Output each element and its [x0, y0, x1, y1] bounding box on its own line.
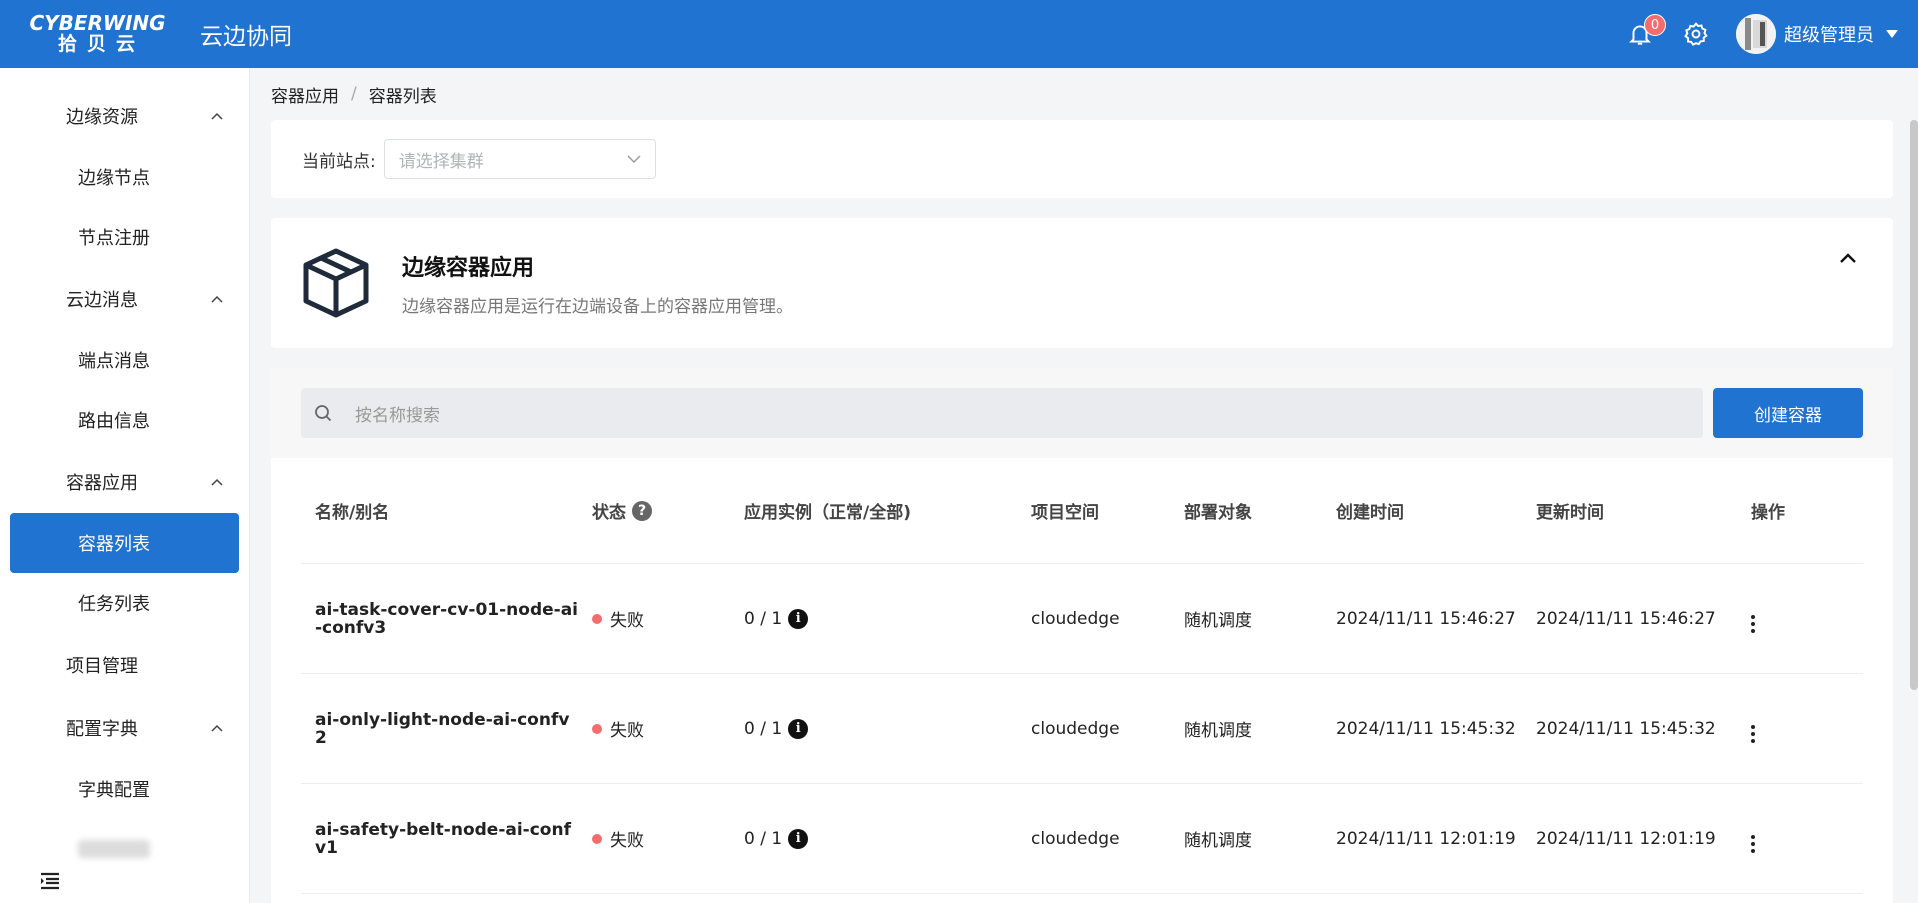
- sidebar-item-node-register[interactable]: 节点注册: [0, 207, 249, 267]
- table-header: 名称/别名 状态? 应用实例（正常/全部) 项目空间 部署对象 创建时间 更新时…: [301, 458, 1863, 564]
- row-updated: 2024/11/11 12:01:19: [1536, 828, 1716, 849]
- row-created: 2024/11/11 15:46:27: [1336, 608, 1516, 629]
- row-updated: 2024/11/11 15:45:32: [1536, 718, 1716, 739]
- row-created: 2024/11/11 12:01:19: [1336, 828, 1516, 849]
- search-icon: [315, 405, 332, 422]
- info-icon[interactable]: i: [788, 828, 809, 849]
- search-placeholder: 按名称搜索: [355, 405, 440, 426]
- create-container-button[interactable]: 创建容器: [1713, 388, 1863, 438]
- breadcrumb-separator: /: [351, 84, 357, 104]
- info-icon[interactable]: i: [788, 608, 809, 629]
- row-name[interactable]: ai-task-cover-cv-01-node-ai-confv3: [301, 601, 592, 637]
- sidebar-item-container-list[interactable]: 容器列表: [10, 513, 239, 573]
- logo-text-en: CYBERWING: [29, 11, 166, 35]
- main-content: 容器应用 / 容器列表 当前站点: 请选择集群 边缘容器应用 边缘容器应用是运行…: [271, 68, 1893, 903]
- top-header: CYBERWING 拾贝云 云边协同 0 超级管理员: [0, 0, 1918, 68]
- row-project: cloudedge: [1031, 608, 1120, 629]
- status-dot-failed: [592, 613, 602, 624]
- intro-card: 边缘容器应用 边缘容器应用是运行在边端设备上的容器应用管理。: [271, 218, 1893, 348]
- cube-icon: [303, 248, 369, 318]
- sidebar: 边缘资源 边缘节点 节点注册 云边消息 端点消息 路由信息 容器应用 容器列表 …: [0, 68, 250, 903]
- caret-down-icon[interactable]: [1886, 30, 1898, 38]
- row-instances: 0 / 1i: [744, 718, 1031, 739]
- row-status: 失败: [592, 606, 744, 631]
- col-instances: 应用实例（正常/全部): [744, 503, 911, 523]
- notification-badge: 0: [1644, 14, 1666, 36]
- col-project: 项目空间: [1031, 503, 1099, 523]
- settings-button[interactable]: [1676, 14, 1716, 54]
- col-actions: 操作: [1751, 503, 1785, 523]
- row-more-button[interactable]: [1737, 714, 1827, 743]
- breadcrumb: 容器应用 / 容器列表: [271, 68, 1893, 120]
- breadcrumb-container-apps[interactable]: 容器应用: [271, 82, 339, 107]
- row-project: cloudedge: [1031, 828, 1120, 849]
- sidebar-group-container-apps[interactable]: 容器应用: [0, 450, 249, 513]
- row-more-button[interactable]: [1737, 604, 1827, 633]
- row-target: 随机调度: [1184, 611, 1252, 631]
- col-name[interactable]: 名称/别名: [301, 498, 592, 523]
- more-vertical-icon: [1751, 725, 1755, 743]
- col-created[interactable]: 创建时间: [1336, 498, 1536, 523]
- col-target: 部署对象: [1184, 503, 1252, 523]
- row-instances: 0 / 1i: [744, 608, 1031, 629]
- info-icon[interactable]: i: [788, 718, 809, 739]
- row-name[interactable]: ai-safety-belt-node-ai-confv1: [301, 821, 592, 857]
- table-row[interactable]: ai-safety-belt-node-ai-confv1 失败 0 / 1i …: [301, 784, 1863, 894]
- row-name[interactable]: ai-only-light-node-ai-confv2: [301, 711, 592, 747]
- sidebar-item-edge-nodes[interactable]: 边缘节点: [0, 147, 249, 207]
- chevron-up-icon: [211, 478, 223, 486]
- status-dot-failed: [592, 723, 602, 734]
- row-more-button[interactable]: [1737, 824, 1827, 853]
- page-scrollbar[interactable]: [1910, 120, 1918, 690]
- help-icon[interactable]: ?: [632, 500, 652, 521]
- table-row[interactable]: ai-task-cover-cv-01-node-ai-confv3 失败 0 …: [301, 564, 1863, 674]
- chevron-up-icon: [211, 112, 223, 120]
- chevron-up-icon[interactable]: [1839, 252, 1857, 264]
- sidebar-group-project-management[interactable]: 项目管理: [0, 633, 249, 696]
- intro-description: 边缘容器应用是运行在边端设备上的容器应用管理。: [402, 296, 793, 317]
- table-row[interactable]: ai-only-light-node-ai-confv2 失败 0 / 1i c…: [301, 674, 1863, 784]
- row-created: 2024/11/11 15:45:32: [1336, 718, 1516, 739]
- user-avatar[interactable]: [1736, 14, 1776, 54]
- search-input[interactable]: 按名称搜索: [301, 388, 1703, 438]
- sidebar-item-route-info[interactable]: 路由信息: [0, 390, 249, 450]
- user-name[interactable]: 超级管理员: [1784, 21, 1874, 47]
- row-target: 随机调度: [1184, 831, 1252, 851]
- col-updated[interactable]: 更新时间: [1536, 498, 1737, 523]
- row-target: 随机调度: [1184, 721, 1252, 741]
- cluster-select-placeholder: 请选择集群: [398, 151, 484, 172]
- chevron-down-icon: [627, 155, 641, 163]
- cluster-select[interactable]: 请选择集群: [383, 139, 656, 179]
- brand-logo[interactable]: CYBERWING 拾贝云: [0, 0, 195, 68]
- row-updated: 2024/11/11 15:46:27: [1536, 608, 1716, 629]
- sidebar-item-endpoint-messages[interactable]: 端点消息: [0, 330, 249, 390]
- container-table: 名称/别名 状态? 应用实例（正常/全部) 项目空间 部署对象 创建时间 更新时…: [301, 458, 1863, 894]
- sidebar-group-edge-resources[interactable]: 边缘资源: [0, 84, 249, 147]
- sidebar-group-config-dictionary[interactable]: 配置字典: [0, 696, 249, 759]
- station-label: 当前站点:: [302, 151, 376, 172]
- app-title: 云边协同: [200, 24, 292, 50]
- row-project: cloudedge: [1031, 718, 1120, 739]
- chevron-up-icon: [211, 724, 223, 732]
- gear-icon: [1684, 22, 1708, 46]
- intro-title: 边缘容器应用: [402, 255, 535, 281]
- sidebar-item-dictionary-config[interactable]: 字典配置: [0, 759, 249, 819]
- breadcrumb-container-list: 容器列表: [368, 86, 437, 107]
- more-vertical-icon: [1751, 835, 1755, 853]
- sidebar-item-task-list[interactable]: 任务列表: [0, 573, 249, 633]
- more-vertical-icon: [1751, 615, 1755, 633]
- logo-text-cn: 拾贝云: [57, 33, 145, 55]
- row-status: 失败: [592, 826, 744, 851]
- sidebar-group-cloud-edge-messages[interactable]: 云边消息: [0, 267, 249, 330]
- chevron-up-icon: [211, 295, 223, 303]
- row-status: 失败: [592, 716, 744, 741]
- notifications-button[interactable]: 0: [1620, 14, 1666, 54]
- menu-fold-icon[interactable]: [38, 869, 62, 893]
- row-instances: 0 / 1i: [744, 828, 1031, 849]
- search-bar: 按名称搜索 创建容器: [271, 368, 1893, 458]
- status-dot-failed: [592, 833, 602, 844]
- container-list-card: 按名称搜索 创建容器 名称/别名 状态? 应用实例（正常/全部) 项目空间 部署…: [271, 368, 1893, 903]
- col-status: 状态?: [592, 498, 744, 523]
- station-filter-card: 当前站点: 请选择集群: [271, 120, 1893, 198]
